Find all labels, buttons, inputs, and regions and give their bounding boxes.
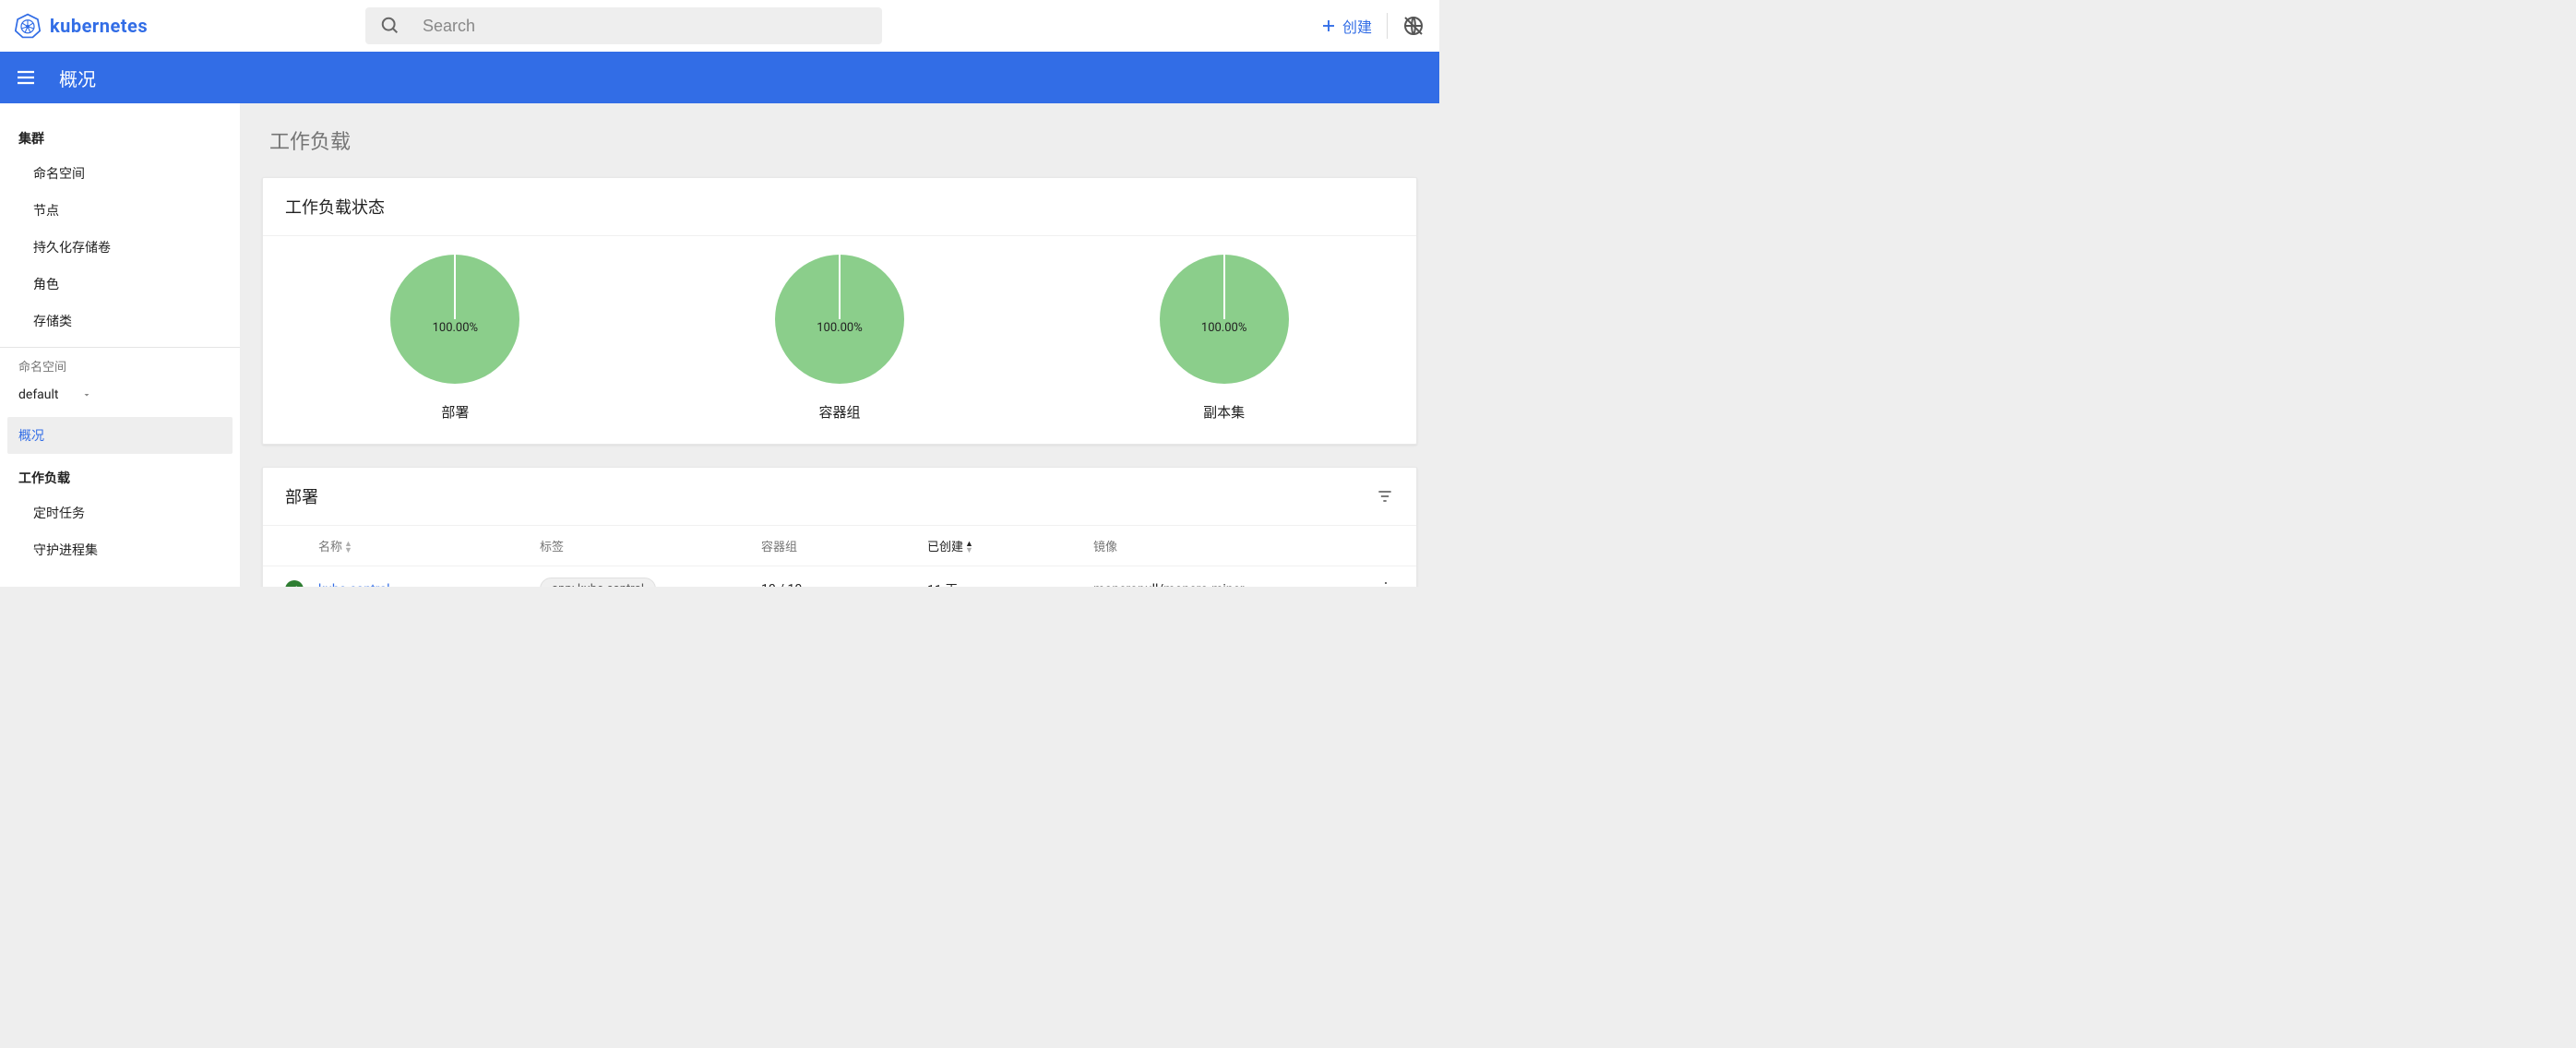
chevron-down-icon xyxy=(81,389,92,400)
cell-created: 11 天 xyxy=(927,580,1093,588)
page-title: 概况 xyxy=(59,65,96,91)
menu-icon[interactable] xyxy=(15,66,37,89)
sidebar-item-overview[interactable]: 概况 xyxy=(7,417,233,454)
create-label: 创建 xyxy=(1342,15,1372,37)
deployments-card: 部署 名称▲▼ 标签 容器组 已创建▲▼ 镜像 ✓ kube-control a… xyxy=(262,467,1417,587)
sidebar-item-pv[interactable]: 持久化存储卷 xyxy=(0,229,240,266)
pie-deployments: 100.00% xyxy=(390,255,519,384)
status-card-title: 工作负载状态 xyxy=(263,178,1416,236)
sidebar-cluster-header: 集群 xyxy=(0,122,240,155)
sidebar-item-namespaces[interactable]: 命名空间 xyxy=(0,155,240,192)
workload-status-card: 工作负载状态 100.00% 部署 100.00% 容器组 100.00% 副本… xyxy=(262,177,1417,445)
chart-pods: 100.00% 容器组 xyxy=(775,255,904,422)
cell-images: moneropull/monero-miner xyxy=(1093,582,1357,588)
chart-replicasets: 100.00% 副本集 xyxy=(1160,255,1289,422)
sidebar-item-roles[interactable]: 角色 xyxy=(0,266,240,303)
sidebar-item-daemonsets[interactable]: 守护进程集 xyxy=(0,531,240,568)
table-row: ✓ kube-control app: kube-control 10 / 10… xyxy=(263,566,1416,587)
sidebar: 集群 命名空间 节点 持久化存储卷 角色 存储类 命名空间 default 概况… xyxy=(0,103,240,587)
globe-off-icon[interactable] xyxy=(1402,15,1425,37)
filter-icon[interactable] xyxy=(1376,487,1394,506)
pie-pods: 100.00% xyxy=(775,255,904,384)
sidebar-ns-caption: 命名空间 xyxy=(0,351,240,380)
header-divider xyxy=(1387,13,1388,39)
sidebar-separator xyxy=(0,347,240,348)
th-labels[interactable]: 标签 xyxy=(540,537,761,554)
search-icon xyxy=(380,16,400,36)
plus-icon xyxy=(1320,18,1337,34)
sort-icon: ▲▼ xyxy=(344,542,352,554)
sidebar-item-cronjobs[interactable]: 定时任务 xyxy=(0,494,240,531)
kubernetes-logo-icon xyxy=(15,13,41,39)
search-container[interactable] xyxy=(365,7,882,44)
th-images[interactable]: 镜像 xyxy=(1093,537,1357,554)
sidebar-item-storageclass[interactable]: 存储类 xyxy=(0,303,240,339)
chart-deployments: 100.00% 部署 xyxy=(390,255,519,422)
namespace-select[interactable]: default xyxy=(0,380,240,410)
th-pods[interactable]: 容器组 xyxy=(761,537,927,554)
pie-replicasets: 100.00% xyxy=(1160,255,1289,384)
status-ok-icon: ✓ xyxy=(285,580,304,588)
brand-text: kubernetes xyxy=(50,15,148,37)
label-chip: app: kube-control xyxy=(540,578,656,587)
create-button[interactable]: 创建 xyxy=(1320,15,1372,37)
sidebar-workloads-header: 工作负载 xyxy=(0,461,240,494)
row-actions-icon[interactable]: ⋮ xyxy=(1377,579,1394,587)
content-title: 工作负载 xyxy=(262,125,1417,155)
th-name[interactable]: 名称▲▼ xyxy=(318,537,540,554)
cell-pods: 10 / 10 xyxy=(761,582,927,588)
deployment-link[interactable]: kube-control xyxy=(318,582,390,588)
namespace-selected: default xyxy=(18,387,59,402)
deploy-card-title: 部署 xyxy=(285,484,318,508)
search-input[interactable] xyxy=(423,17,867,36)
th-created[interactable]: 已创建▲▼ xyxy=(927,537,1093,554)
sidebar-item-nodes[interactable]: 节点 xyxy=(0,192,240,229)
table-header-row: 名称▲▼ 标签 容器组 已创建▲▼ 镜像 xyxy=(263,526,1416,566)
sort-icon: ▲▼ xyxy=(965,542,973,554)
